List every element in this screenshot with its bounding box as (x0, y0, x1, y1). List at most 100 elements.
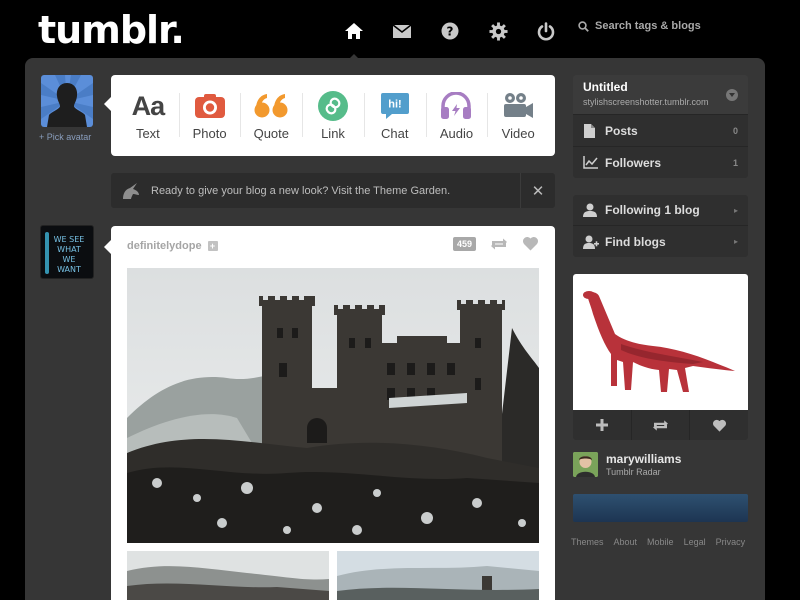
settings-button[interactable] (474, 18, 522, 44)
new-video-post-button[interactable]: Video (487, 89, 549, 156)
sidebar-item-posts[interactable]: Posts 0 (573, 114, 748, 146)
photo-post: definitelydope + 459 (104, 226, 555, 600)
power-icon (537, 21, 555, 40)
new-audio-post-button[interactable]: Audio (425, 89, 488, 156)
logout-button[interactable] (522, 18, 570, 44)
sidebar-item-label: Posts (605, 123, 638, 138)
following-panel: Following 1 blog ▸ Find blogs ▸ (573, 195, 748, 257)
castle-photo-image (127, 268, 539, 543)
notes-count[interactable]: 459 (452, 236, 476, 251)
post-type-label: Photo (192, 126, 227, 141)
sidebar-item-label: Following 1 blog (605, 203, 700, 217)
quote-icon (254, 94, 288, 118)
blog-url: stylishscreenshotter.tumblr.com (583, 97, 709, 107)
help-button[interactable]: ? (426, 18, 474, 44)
snowy-castle-thumbnail-image (337, 551, 539, 600)
post-type-label: Quote (253, 126, 289, 141)
heart-icon[interactable] (522, 236, 539, 251)
sponsored-post-preview[interactable] (573, 494, 748, 522)
heart-icon (712, 419, 726, 432)
new-text-post-button[interactable]: Aa Text (117, 89, 179, 156)
blog-title: Untitled (583, 80, 628, 94)
post-author-name[interactable]: definitelydope (127, 240, 202, 252)
footer-link-legal[interactable]: Legal (684, 537, 706, 547)
reblog-icon[interactable] (490, 237, 508, 251)
gear-icon (488, 21, 508, 41)
link-icon (318, 91, 349, 121)
sidebar-item-label: Find blogs (605, 234, 666, 249)
avatar-silhouette-icon (41, 75, 93, 127)
radar-author-avatar-image (573, 452, 598, 477)
search-icon (578, 20, 589, 32)
video-camera-icon (504, 93, 534, 118)
chat-icon: hi! (380, 93, 409, 119)
reblog-button[interactable] (630, 410, 690, 440)
person-icon (583, 203, 597, 217)
chevron-right-icon: ▸ (733, 205, 738, 215)
tumblr-logo[interactable]: tumblr. (38, 8, 185, 52)
messages-button[interactable] (378, 18, 426, 44)
post-photo-thumbnail[interactable] (337, 551, 539, 600)
post-author-avatar[interactable]: WE SEE WHAT WE WANT (40, 225, 94, 279)
close-notice-button[interactable]: ✕ (520, 173, 555, 208)
dashboard-button[interactable] (330, 18, 378, 62)
post-type-label: Chat (381, 126, 409, 141)
radar-label: Tumblr Radar (606, 467, 661, 477)
post-type-label: Video (501, 126, 535, 141)
sidebar-item-find-blogs[interactable]: Find blogs ▸ (573, 225, 748, 257)
sidebar-item-label: Followers (605, 155, 662, 170)
envelope-icon (392, 23, 412, 38)
theme-garden-notice[interactable]: Ready to give your blog a new look? Visi… (111, 173, 555, 208)
post-type-label: Text (135, 126, 160, 141)
footer-link-privacy[interactable]: Privacy (716, 537, 746, 547)
footer-links: Themes About Mobile Legal Privacy (571, 537, 745, 547)
blog-selector[interactable]: Untitled stylishscreenshotter.tumblr.com (573, 75, 748, 114)
svg-text:?: ? (447, 25, 454, 39)
text-icon: Aa (131, 90, 166, 121)
notice-text[interactable]: Ready to give your blog a new look? Visi… (151, 185, 520, 197)
radar-actions (573, 410, 748, 440)
new-quote-post-button[interactable]: Quote (240, 89, 302, 156)
neon-tube-decoration (45, 232, 49, 274)
radar-author-name[interactable]: marywilliams (606, 452, 681, 466)
chevron-right-icon: ▸ (733, 237, 738, 246)
sidebar-item-following[interactable]: Following 1 blog ▸ (573, 195, 748, 225)
new-chat-post-button[interactable]: hi! Chat (363, 89, 426, 156)
chat-glyph: hi! (388, 99, 401, 111)
top-navigation: ? (330, 18, 570, 62)
unicorn-icon (123, 182, 139, 199)
user-avatar[interactable] (41, 75, 93, 127)
pick-avatar-link[interactable]: + Pick avatar (39, 132, 91, 142)
activity-chart-icon (583, 156, 598, 169)
add-person-icon (583, 235, 599, 249)
headphones-icon (441, 92, 472, 119)
search-input[interactable] (595, 20, 765, 32)
sidebar-item-followers[interactable]: Followers 1 (573, 146, 748, 178)
post-photo-thumbnail[interactable] (127, 551, 329, 600)
radar-author[interactable]: marywilliams Tumblr Radar (573, 452, 681, 477)
footer-link-themes[interactable]: Themes (571, 537, 604, 547)
search-bar (578, 20, 765, 32)
post-type-label: Link (321, 126, 345, 141)
blog-summary-panel: Untitled stylishscreenshotter.tumblr.com… (573, 75, 748, 178)
dinosaur-illustration (583, 291, 735, 392)
document-icon (584, 123, 595, 138)
home-icon (345, 23, 363, 39)
plus-icon (595, 419, 608, 431)
radar-post-image[interactable] (573, 274, 748, 410)
follow-button[interactable] (573, 410, 631, 440)
chevron-down-icon[interactable] (726, 89, 738, 101)
reblog-icon (653, 419, 668, 431)
new-link-post-button[interactable]: Link (302, 89, 364, 156)
like-button[interactable] (689, 410, 748, 440)
new-photo-post-button[interactable]: Photo (178, 89, 241, 156)
avatar[interactable] (573, 452, 598, 477)
footer-link-about[interactable]: About (614, 537, 638, 547)
follow-plus-icon[interactable]: + (207, 241, 218, 251)
posts-count: 0 (732, 125, 738, 136)
footer-link-mobile[interactable]: Mobile (647, 537, 674, 547)
snowy-hill-thumbnail-image (127, 551, 329, 600)
followers-count: 1 (732, 157, 738, 168)
post-photo[interactable] (127, 268, 539, 543)
question-icon: ? (441, 22, 459, 40)
